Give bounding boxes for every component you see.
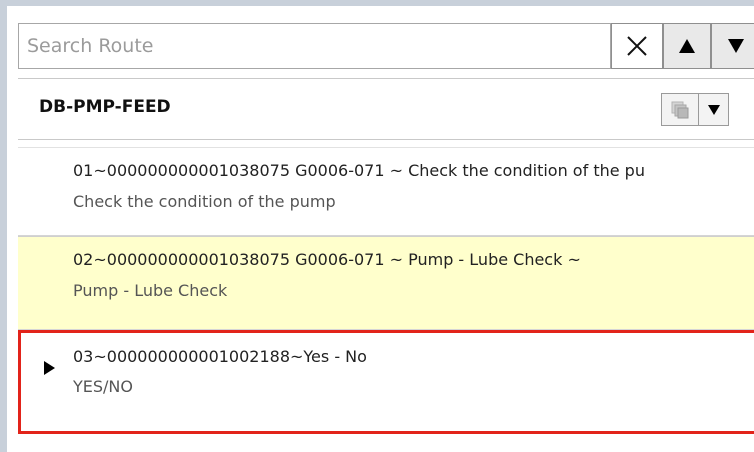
route-options-button[interactable] bbox=[661, 93, 729, 126]
copy-icon bbox=[671, 101, 689, 118]
close-icon bbox=[627, 36, 647, 56]
checkpoint-id: 01~000000000001038075 G0006-071 ~ Check … bbox=[73, 161, 645, 180]
clear-search-button[interactable] bbox=[611, 23, 663, 69]
chevron-down-icon bbox=[707, 104, 720, 115]
arrow-up-icon bbox=[679, 39, 695, 53]
checkpoint-description: YES/NO bbox=[73, 377, 133, 396]
list-item[interactable]: 02~000000000001038075 G0006-071 ~ Pump -… bbox=[18, 236, 754, 330]
previous-button[interactable] bbox=[663, 23, 711, 69]
route-header: DB-PMP-FEED bbox=[18, 78, 754, 140]
route-title: DB-PMP-FEED bbox=[39, 97, 171, 117]
list-item[interactable]: 01~000000000001038075 G0006-071 ~ Check … bbox=[18, 147, 754, 236]
checkpoint-description: Check the condition of the pump bbox=[73, 192, 336, 211]
checkpoint-id: 03~000000000001002188~Yes - No bbox=[73, 347, 367, 366]
checkpoint-description: Pump - Lube Check bbox=[73, 281, 228, 300]
current-row-indicator bbox=[44, 361, 55, 375]
search-bar bbox=[18, 23, 754, 69]
route-options-dropdown[interactable] bbox=[699, 94, 728, 125]
checkpoint-list: 01~000000000001038075 G0006-071 ~ Check … bbox=[18, 147, 754, 434]
route-panel: DB-PMP-FEED 01~000000000001038075 G0006-… bbox=[0, 0, 754, 452]
search-input[interactable] bbox=[18, 23, 611, 69]
arrow-down-icon bbox=[728, 39, 744, 53]
list-item[interactable]: 03~000000000001002188~Yes - No YES/NO bbox=[18, 330, 754, 434]
next-button[interactable] bbox=[711, 23, 754, 69]
checkpoint-id: 02~000000000001038075 G0006-071 ~ Pump -… bbox=[73, 250, 581, 269]
copy-button[interactable] bbox=[662, 94, 699, 125]
